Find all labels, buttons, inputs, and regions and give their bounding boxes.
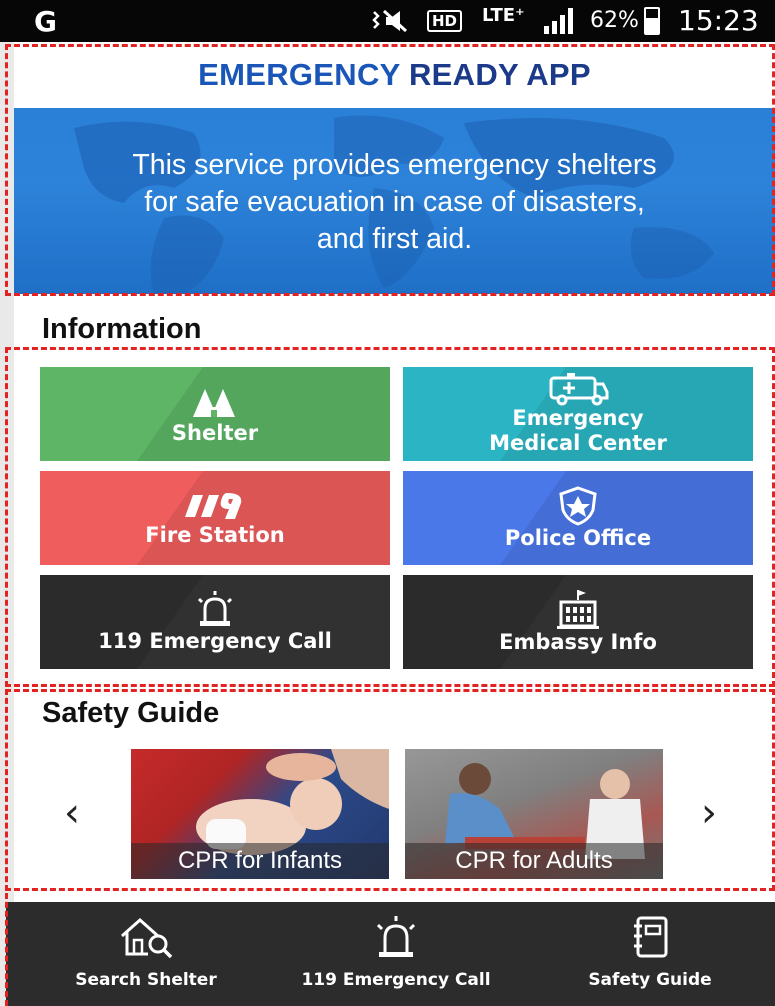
nav-emergency-call[interactable]: 119 Emergency Call (296, 902, 496, 1006)
status-bar: G HD LTE⁺ 62% 15:23 (0, 0, 775, 42)
fire-station-label: Fire Station (145, 522, 285, 547)
nav-search-shelter[interactable]: Search Shelter (46, 902, 246, 1006)
safety-guide-highlight-box (5, 689, 775, 891)
nav-safety-guide-label: Safety Guide (588, 970, 712, 990)
shelter-label: Shelter (171, 420, 259, 445)
notebook-icon (634, 916, 668, 958)
carrier-logo: G (34, 5, 57, 38)
network-type: LTE⁺ (482, 5, 525, 26)
bottom-navigation: Search Shelter 119 Emergency Call Safety… (6, 902, 775, 1006)
embassy-info-label: Embassy Info (499, 629, 657, 654)
siren-icon (197, 590, 233, 626)
nav-safety-guide[interactable]: Safety Guide (550, 902, 750, 1006)
ambulance-icon (549, 373, 609, 406)
police-badge-icon (559, 485, 597, 526)
battery-icon (644, 7, 660, 35)
clock: 15:23 (678, 4, 759, 37)
emergency-call-label: 119 Emergency Call (98, 628, 332, 653)
police-office-label: Police Office (504, 525, 652, 550)
embassy-building-icon (557, 589, 599, 629)
tent-icon (193, 388, 235, 417)
nav-emergency-call-label: 119 Emergency Call (301, 970, 491, 990)
bottom-highlight-edge (5, 893, 8, 1006)
fire-119-icon (185, 492, 242, 519)
battery-percent: 62% (590, 8, 639, 33)
siren-icon (376, 916, 416, 957)
nav-search-shelter-label: Search Shelter (75, 970, 217, 990)
emergency-medical-center-label: Emergency Medical Center (489, 406, 667, 455)
mute-vibrate-icon (372, 8, 420, 40)
search-shelter-icon (121, 917, 173, 959)
information-heading: Information (42, 313, 202, 345)
hd-voice-indicator: HD (427, 10, 463, 32)
banner-highlight-box (5, 44, 775, 296)
signal-strength-icon (544, 8, 573, 34)
